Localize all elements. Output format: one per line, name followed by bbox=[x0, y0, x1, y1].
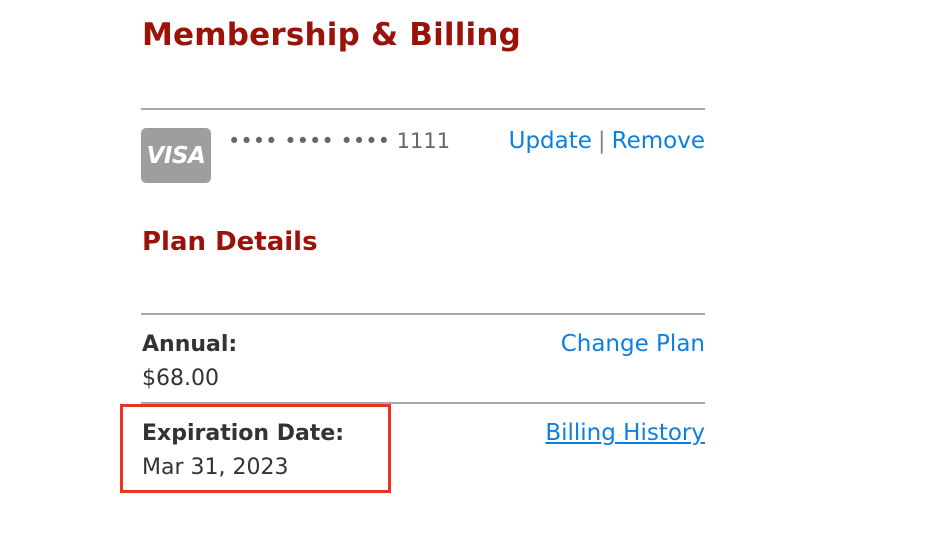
divider bbox=[141, 313, 705, 315]
card-brand-label: VISA bbox=[146, 142, 206, 169]
plan-details-heading: Plan Details bbox=[142, 227, 318, 257]
plan-price: $68.00 bbox=[142, 366, 219, 391]
billing-history-link[interactable]: Billing History bbox=[545, 420, 705, 446]
highlight-box bbox=[120, 404, 391, 493]
change-plan-link[interactable]: Change Plan bbox=[561, 331, 705, 357]
plan-type-label: Annual: bbox=[142, 332, 238, 357]
remove-card-link[interactable]: Remove bbox=[612, 128, 705, 154]
link-separator: | bbox=[597, 128, 606, 154]
masked-card-number: •••• •••• •••• 1111 bbox=[228, 129, 451, 153]
visa-card-icon: VISA bbox=[141, 128, 211, 183]
divider bbox=[141, 108, 705, 110]
page-title: Membership & Billing bbox=[142, 17, 522, 53]
card-actions: Update | Remove bbox=[509, 128, 705, 154]
update-card-link[interactable]: Update bbox=[509, 128, 592, 154]
